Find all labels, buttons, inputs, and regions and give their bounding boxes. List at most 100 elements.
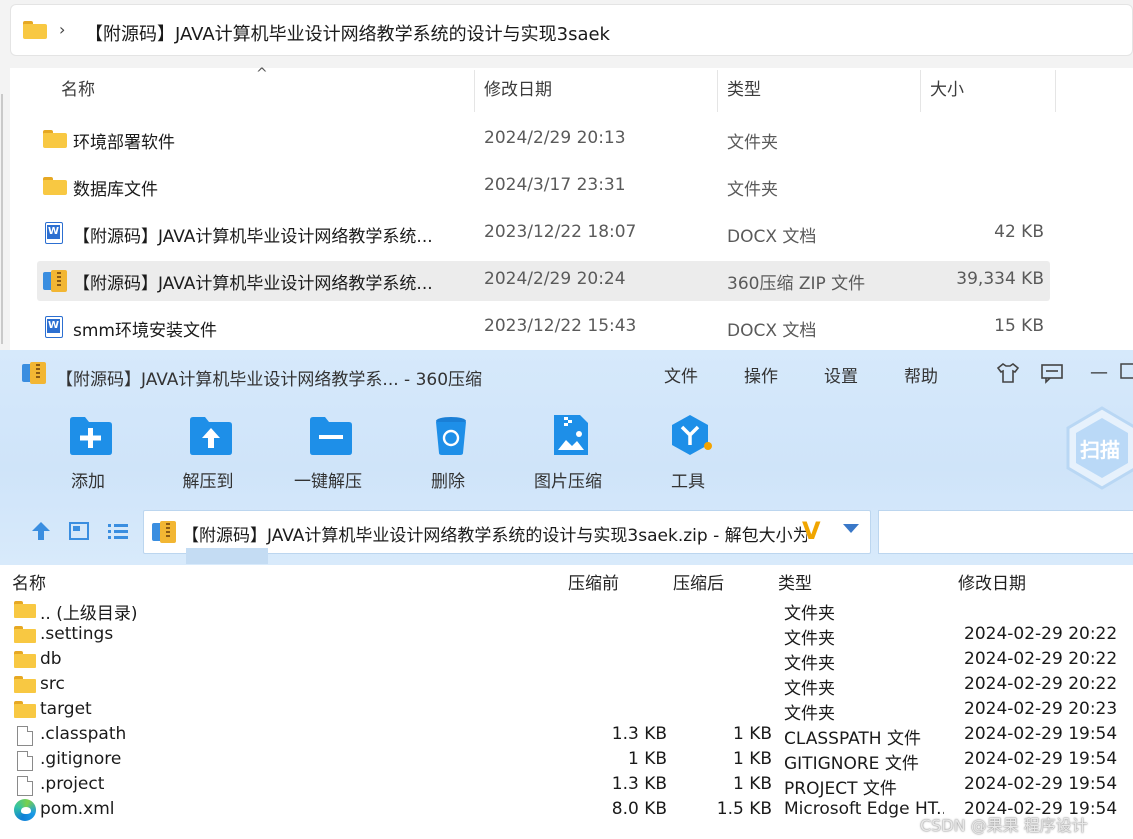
- zip-archive-window: 【附源码】JAVA计算机毕业设计网络教学系... - 360压缩 文件 操作 设…: [0, 350, 1133, 839]
- file-type: 文件夹: [727, 133, 778, 153]
- entry-date: 2024-02-29 19:54: [964, 724, 1118, 744]
- skin-shirt-icon[interactable]: [996, 362, 1020, 389]
- entry-name: .gitignore: [40, 749, 122, 769]
- file-date: 2024/3/17 23:31: [484, 175, 626, 195]
- file-name: 环境部署软件: [73, 133, 175, 153]
- address-bar[interactable]: › 【附源码】JAVA计算机毕业设计网络教学系统的设计与实现3saek: [10, 4, 1133, 56]
- sort-ascending-icon: ^: [256, 66, 268, 82]
- column-header-type[interactable]: 类型: [778, 569, 812, 594]
- menu-file[interactable]: 文件: [664, 362, 698, 387]
- entry-type: 文件夹: [784, 679, 835, 699]
- file-explorer-window: › 【附源码】JAVA计算机毕业设计网络教学系统的设计与实现3saek 名称 ^…: [0, 0, 1133, 350]
- csdn-watermark: CSDN @果果 程序设计: [920, 816, 1088, 835]
- archive-row-parent[interactable]: .. (上级目录) 文件夹: [0, 598, 1133, 624]
- entry-name: db: [40, 649, 62, 669]
- file-date: 2024/2/29 20:24: [484, 269, 626, 289]
- column-header-name[interactable]: 名称: [61, 68, 95, 112]
- file-name: 数据库文件: [73, 180, 158, 200]
- menu-operate[interactable]: 操作: [744, 362, 778, 387]
- archive-row[interactable]: .classpath 1.3 KB 1 KB CLASSPATH 文件 2024…: [0, 723, 1133, 749]
- tools-icon: [672, 415, 712, 455]
- column-header-name[interactable]: 名称: [12, 569, 46, 594]
- file-row-selected[interactable]: 【附源码】JAVA计算机毕业设计网络教学系统... 2024/2/29 20:2…: [37, 261, 1050, 301]
- archive-row[interactable]: target 文件夹 2024-02-29 20:23: [0, 698, 1133, 724]
- folder-icon: [14, 701, 36, 718]
- entry-name: .. (上级目录): [40, 604, 138, 624]
- column-header-date[interactable]: 修改日期: [484, 68, 552, 112]
- column-divider[interactable]: [717, 70, 718, 112]
- column-header-size[interactable]: 大小: [930, 68, 964, 112]
- zip-archive-icon: [152, 521, 176, 543]
- entry-name: pom.xml: [40, 799, 115, 819]
- entry-date: 2024-02-29 20:23: [964, 699, 1118, 719]
- entry-date: 2024-02-29 19:54: [964, 774, 1118, 794]
- file-type: 360压缩 ZIP 文件: [727, 274, 866, 294]
- file-type: DOCX 文档: [727, 227, 817, 247]
- feedback-message-icon[interactable]: [1040, 362, 1064, 389]
- file-type: 文件夹: [727, 180, 778, 200]
- archive-row[interactable]: .gitignore 1 KB 1 KB GITIGNORE 文件 2024-0…: [0, 748, 1133, 774]
- word-doc-icon: W: [45, 316, 69, 338]
- view-list-button[interactable]: [106, 520, 130, 547]
- file-row[interactable]: 数据库文件 2024/3/17 23:31 文件夹: [37, 167, 1050, 207]
- archive-row[interactable]: .settings 文件夹 2024-02-29 20:22: [0, 623, 1133, 649]
- menu-help[interactable]: 帮助: [904, 362, 938, 387]
- column-header-packed-after[interactable]: 压缩后: [673, 569, 724, 594]
- archive-row[interactable]: db 文件夹 2024-02-29 20:22: [0, 648, 1133, 674]
- column-divider[interactable]: [920, 70, 921, 112]
- archive-row[interactable]: .project 1.3 KB 1 KB PROJECT 文件 2024-02-…: [0, 773, 1133, 799]
- extract-to-icon: [190, 417, 232, 455]
- scan-button[interactable]: 扫描: [1066, 406, 1133, 490]
- file-icon: [17, 751, 33, 771]
- archive-row[interactable]: src 文件夹 2024-02-29 20:22: [0, 673, 1133, 699]
- column-divider[interactable]: [1055, 70, 1056, 112]
- up-level-button[interactable]: [30, 520, 52, 547]
- path-dropdown-chevron-down-icon[interactable]: [842, 523, 860, 539]
- minimize-button[interactable]: —: [1090, 362, 1108, 383]
- entry-name: target: [40, 699, 92, 719]
- column-header-packed-before[interactable]: 压缩前: [568, 569, 619, 594]
- column-header-modified[interactable]: 修改日期: [958, 569, 1026, 594]
- zip-app-icon: [22, 362, 46, 384]
- file-row[interactable]: W smm环境安装文件 2023/12/22 15:43 DOCX 文档 15 …: [37, 308, 1050, 348]
- entry-type: 文件夹: [784, 604, 835, 624]
- column-divider[interactable]: [474, 70, 475, 112]
- menu-settings[interactable]: 设置: [824, 362, 858, 387]
- column-header-type[interactable]: 类型: [727, 68, 761, 112]
- folder-icon: [43, 177, 67, 199]
- file-name: 【附源码】JAVA计算机毕业设计网络教学系统...: [73, 274, 433, 294]
- archive-path-text: 【附源码】JAVA计算机毕业设计网络教学系统的设计与实现3saek.zip - …: [182, 526, 807, 546]
- folder-icon: [14, 626, 36, 643]
- file-date: 2023/12/22 15:43: [484, 316, 637, 336]
- thumbnail-view-icon: [69, 522, 89, 540]
- delete-trash-icon: [436, 417, 466, 455]
- breadcrumb-current-folder[interactable]: 【附源码】JAVA计算机毕业设计网络教学系统的设计与实现3saek: [85, 20, 610, 46]
- file-date: 2024/2/29 20:13: [484, 128, 626, 148]
- file-row[interactable]: 环境部署软件 2024/2/29 20:13 文件夹: [37, 120, 1050, 160]
- file-name: smm环境安装文件: [73, 321, 217, 341]
- breadcrumb-chevron-icon[interactable]: ›: [59, 20, 65, 39]
- entry-packed-before: 1.3 KB: [611, 724, 667, 744]
- one-click-extract-icon: [310, 417, 352, 455]
- entry-packed-before: 8.0 KB: [611, 799, 667, 819]
- entry-name: .settings: [40, 624, 114, 644]
- scan-label: 扫描: [1080, 438, 1120, 462]
- toolbar-label: 删除: [431, 472, 465, 492]
- entry-packed-after: 1 KB: [732, 774, 772, 794]
- toolbar-label: 图片压缩: [534, 472, 602, 492]
- file-row[interactable]: W 【附源码】JAVA计算机毕业设计网络教学系统... 2023/12/22 1…: [37, 214, 1050, 254]
- entry-date: 2024-02-29 19:54: [964, 749, 1118, 769]
- view-thumbnail-button[interactable]: [68, 520, 90, 547]
- entry-packed-after: 1 KB: [732, 724, 772, 744]
- search-input[interactable]: [878, 510, 1133, 554]
- word-doc-icon: W: [45, 222, 69, 244]
- entry-date: 2024-02-29 20:22: [964, 624, 1118, 644]
- entry-date: 2024-02-29 20:22: [964, 649, 1118, 669]
- entry-packed-after: 1.5 KB: [716, 799, 772, 819]
- entry-packed-after: 1 KB: [732, 749, 772, 769]
- vip-v-icon[interactable]: V: [802, 517, 821, 545]
- toolbar-label: 解压到: [182, 472, 234, 492]
- maximize-button[interactable]: [1120, 362, 1133, 385]
- navigation-scrollbar[interactable]: [0, 68, 10, 350]
- file-size: 42 KB: [994, 222, 1044, 242]
